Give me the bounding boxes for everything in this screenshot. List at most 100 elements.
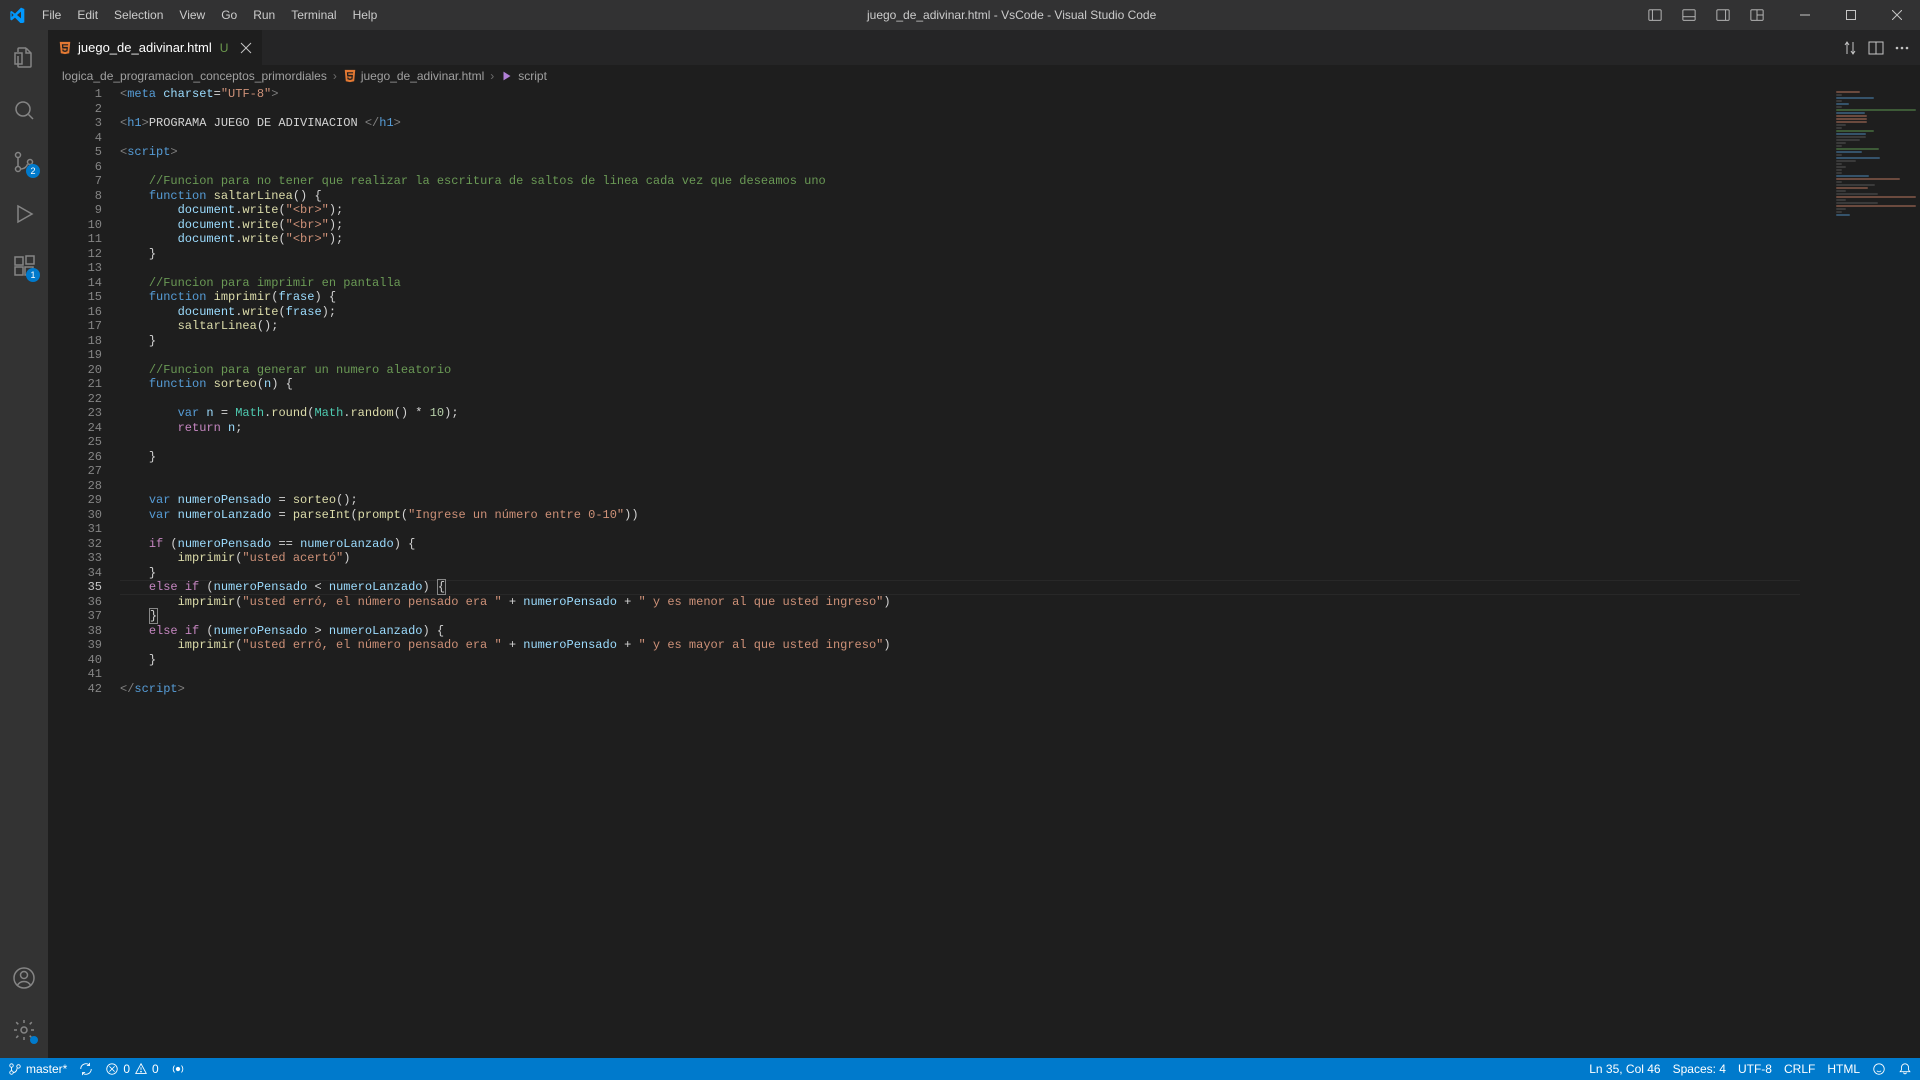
code-line[interactable]	[120, 464, 1800, 479]
more-actions-icon[interactable]	[1894, 40, 1910, 56]
code-line[interactable]: document.write("<br>");	[120, 218, 1800, 233]
code-line[interactable]: //Funcion para generar un numero aleator…	[120, 363, 1800, 378]
code-line[interactable]	[120, 131, 1800, 146]
code-line[interactable]	[120, 102, 1800, 117]
explorer-icon[interactable]	[0, 34, 48, 82]
code-line[interactable]: }	[120, 334, 1800, 349]
menu-item-run[interactable]: Run	[245, 0, 283, 30]
menu-item-view[interactable]: View	[171, 0, 213, 30]
warning-icon	[134, 1062, 148, 1076]
code-line[interactable]: else if (numeroPensado > numeroLanzado) …	[120, 624, 1800, 639]
code-line[interactable]: //Funcion para no tener que realizar la …	[120, 174, 1800, 189]
status-live-server[interactable]	[171, 1062, 185, 1076]
search-icon[interactable]	[0, 86, 48, 134]
status-problems[interactable]: 0 0	[105, 1062, 158, 1076]
menu-item-go[interactable]: Go	[213, 0, 245, 30]
code-line[interactable]: }	[120, 609, 1800, 624]
menu-item-help[interactable]: Help	[345, 0, 386, 30]
toggle-panel-icon[interactable]	[1672, 0, 1706, 30]
tab-actions	[1842, 30, 1920, 65]
code-line[interactable]	[120, 348, 1800, 363]
code-content[interactable]: <meta charset="UTF-8"> <h1>PROGRAMA JUEG…	[120, 87, 1920, 1058]
split-editor-icon[interactable]	[1868, 40, 1884, 56]
code-line[interactable]: return n;	[120, 421, 1800, 436]
code-line[interactable]: }	[120, 566, 1800, 581]
symbol-icon	[500, 69, 514, 83]
editor-tab[interactable]: juego_de_adivinar.html U	[48, 30, 263, 65]
broadcast-icon	[171, 1062, 185, 1076]
status-language[interactable]: HTML	[1827, 1062, 1860, 1076]
customize-layout-icon[interactable]	[1740, 0, 1774, 30]
code-line[interactable]	[120, 160, 1800, 175]
breadcrumb-file[interactable]: juego_de_adivinar.html	[343, 69, 484, 83]
code-line[interactable]: var n = Math.round(Math.random() * 10);	[120, 406, 1800, 421]
code-line[interactable]: <script>	[120, 145, 1800, 160]
main-area: 2 1	[0, 30, 1920, 1058]
status-feedback-icon[interactable]	[1872, 1062, 1886, 1076]
code-line[interactable]: <meta charset="UTF-8">	[120, 87, 1800, 102]
code-line[interactable]	[120, 667, 1800, 682]
code-line[interactable]: <h1>PROGRAMA JUEGO DE ADIVINACION </h1>	[120, 116, 1800, 131]
menu-item-terminal[interactable]: Terminal	[283, 0, 344, 30]
code-line[interactable]: function saltarLinea() {	[120, 189, 1800, 204]
line-number-gutter: 1234567891011121314151617181920212223242…	[48, 87, 120, 1058]
status-branch[interactable]: master*	[8, 1062, 67, 1076]
code-line[interactable]	[120, 479, 1800, 494]
code-line[interactable]: //Funcion para imprimir en pantalla	[120, 276, 1800, 291]
code-line[interactable]: else if (numeroPensado < numeroLanzado) …	[120, 580, 1800, 595]
breadcrumb-folder[interactable]: logica_de_programacion_conceptos_primord…	[62, 69, 327, 83]
error-icon	[105, 1062, 119, 1076]
menu-item-file[interactable]: File	[34, 0, 69, 30]
accounts-icon[interactable]	[0, 954, 48, 1002]
code-line[interactable]: imprimir("usted acertó")	[120, 551, 1800, 566]
extensions-icon[interactable]: 1	[0, 242, 48, 290]
tab-close-icon[interactable]	[240, 42, 252, 54]
minimize-icon[interactable]	[1782, 0, 1828, 30]
editor-tabs: juego_de_adivinar.html U	[48, 30, 1920, 65]
toggle-primary-sidebar-icon[interactable]	[1638, 0, 1672, 30]
code-line[interactable]: if (numeroPensado == numeroLanzado) {	[120, 537, 1800, 552]
code-line[interactable]	[120, 392, 1800, 407]
code-line[interactable]: imprimir("usted erró, el número pensado …	[120, 638, 1800, 653]
status-eol[interactable]: CRLF	[1784, 1062, 1815, 1076]
breadcrumb[interactable]: logica_de_programacion_conceptos_primord…	[48, 65, 1920, 87]
git-branch-icon	[8, 1062, 22, 1076]
settings-gear-icon[interactable]	[0, 1006, 48, 1054]
status-notifications-icon[interactable]	[1898, 1062, 1912, 1076]
scm-badge: 2	[26, 164, 40, 178]
code-line[interactable]: }	[120, 450, 1800, 465]
minimap[interactable]	[1830, 87, 1920, 1058]
status-sync[interactable]	[79, 1062, 93, 1076]
code-line[interactable]: var numeroLanzado = parseInt(prompt("Ing…	[120, 508, 1800, 523]
code-line[interactable]: document.write(frase);	[120, 305, 1800, 320]
code-line[interactable]	[120, 522, 1800, 537]
code-line[interactable]: saltarLinea();	[120, 319, 1800, 334]
menu-item-edit[interactable]: Edit	[69, 0, 106, 30]
tab-filename: juego_de_adivinar.html	[78, 40, 212, 55]
vscode-logo-icon	[0, 7, 34, 23]
code-line[interactable]: document.write("<br>");	[120, 203, 1800, 218]
maximize-icon[interactable]	[1828, 0, 1874, 30]
window-controls	[1782, 0, 1920, 30]
code-line[interactable]: function imprimir(frase) {	[120, 290, 1800, 305]
code-line[interactable]: var numeroPensado = sorteo();	[120, 493, 1800, 508]
code-line[interactable]: }	[120, 653, 1800, 668]
code-line[interactable]: </script>	[120, 682, 1800, 697]
code-line[interactable]	[120, 261, 1800, 276]
code-line[interactable]: document.write("<br>");	[120, 232, 1800, 247]
run-debug-icon[interactable]	[0, 190, 48, 238]
code-line[interactable]: imprimir("usted erró, el número pensado …	[120, 595, 1800, 610]
source-control-icon[interactable]: 2	[0, 138, 48, 186]
close-icon[interactable]	[1874, 0, 1920, 30]
code-line[interactable]: }	[120, 247, 1800, 262]
breadcrumb-symbol[interactable]: script	[500, 69, 547, 83]
status-spaces[interactable]: Spaces: 4	[1673, 1062, 1726, 1076]
status-cursor[interactable]: Ln 35, Col 46	[1589, 1062, 1660, 1076]
compare-changes-icon[interactable]	[1842, 40, 1858, 56]
code-line[interactable]: function sorteo(n) {	[120, 377, 1800, 392]
toggle-secondary-sidebar-icon[interactable]	[1706, 0, 1740, 30]
code-editor[interactable]: 1234567891011121314151617181920212223242…	[48, 87, 1920, 1058]
status-encoding[interactable]: UTF-8	[1738, 1062, 1772, 1076]
menu-item-selection[interactable]: Selection	[106, 0, 171, 30]
code-line[interactable]	[120, 435, 1800, 450]
